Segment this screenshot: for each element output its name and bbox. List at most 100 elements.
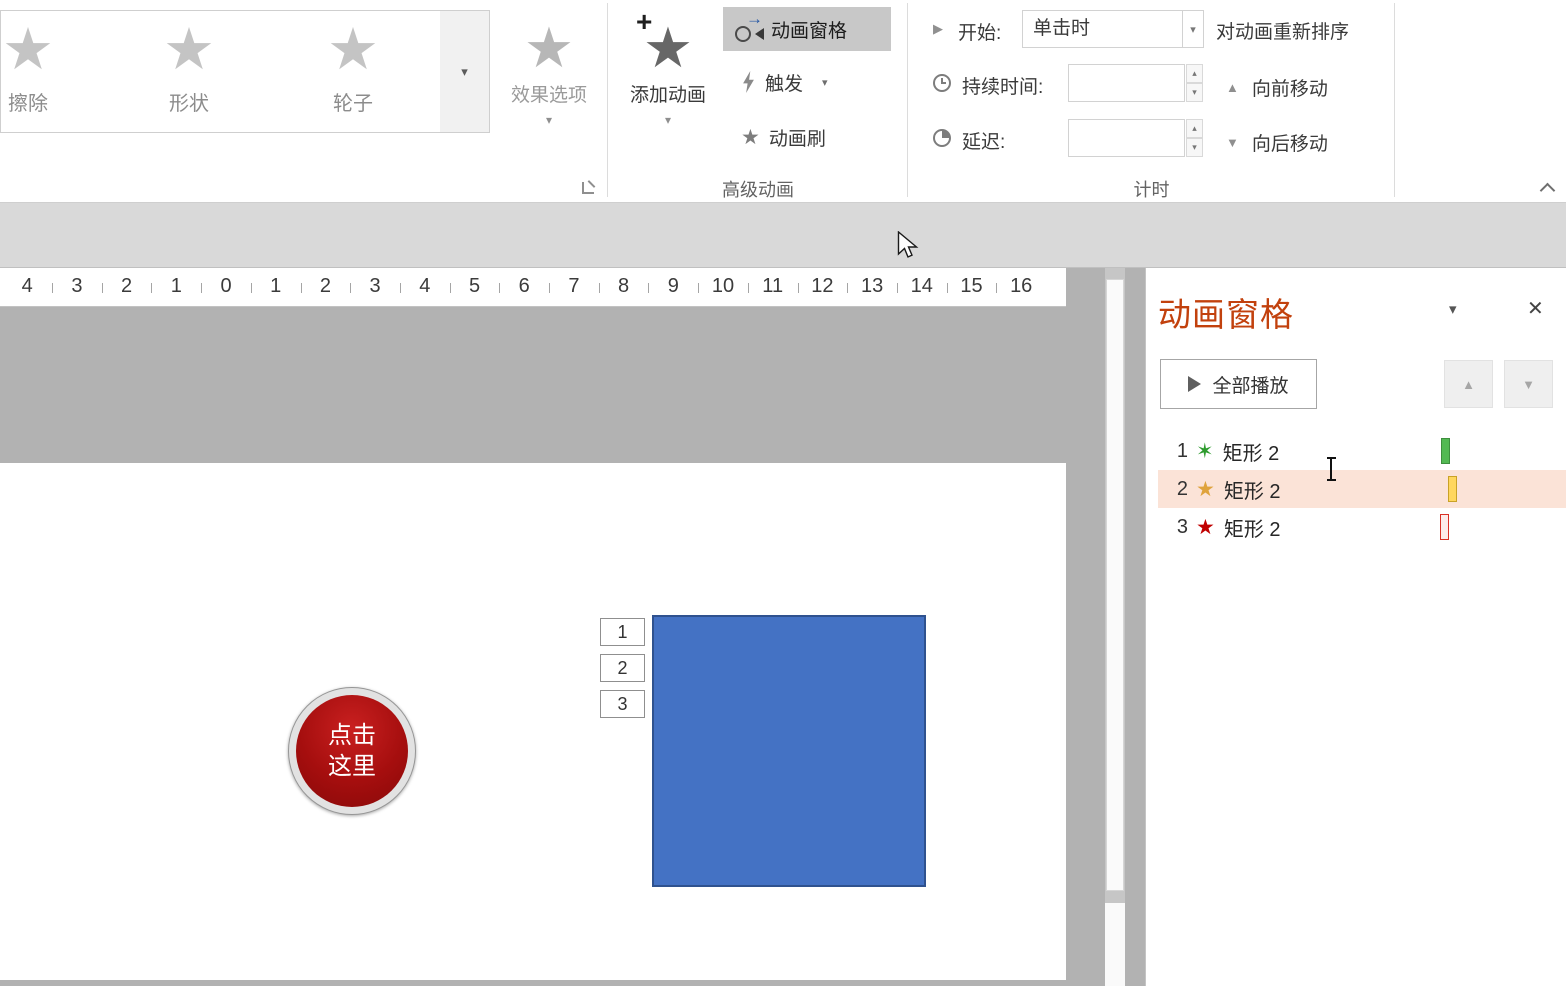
duration-spinner[interactable]: ▴ ▾ (1186, 64, 1203, 102)
ruler-tick (151, 283, 152, 293)
ruler-number: 10 (712, 275, 734, 298)
chevron-down-icon: ▾ (1449, 301, 1457, 318)
ruler-tick (251, 283, 252, 293)
duration-label: 持续时间: (962, 72, 1043, 99)
gallery-animation-3[interactable]: ★轮子 (271, 13, 435, 131)
reorder-down-button[interactable]: ▼ (1504, 360, 1553, 408)
chevron-down-icon: ▾ (499, 113, 599, 127)
pane-menu-caret[interactable]: ▾ (1449, 300, 1457, 318)
animation-order-tag-1[interactable]: 1 (600, 618, 645, 646)
ruler-number: 6 (519, 275, 530, 298)
delay-spinner[interactable]: ▴ ▾ (1186, 119, 1203, 157)
delay-clock-icon (933, 129, 951, 147)
animation-pane-toggle-button[interactable]: → 动画窗格 (723, 7, 891, 51)
animation-pane-title: 动画窗格 (1158, 288, 1294, 336)
ruler-number: 15 (960, 275, 982, 298)
ruler-tick (350, 283, 351, 293)
ruler-number: 1 (171, 275, 182, 298)
close-icon: ✕ (1527, 298, 1544, 320)
gallery-more-button[interactable]: ▾ (440, 10, 490, 133)
spin-up-icon[interactable]: ▴ (1186, 64, 1203, 83)
ruler-tick (947, 283, 948, 293)
delay-field[interactable] (1068, 119, 1185, 157)
effect-options-button[interactable]: ★ 效果选项 ▾ (499, 12, 599, 127)
blue-rectangle[interactable] (652, 615, 926, 887)
group-divider (907, 3, 908, 197)
animation-target-name: 矩形 2 (1224, 513, 1281, 542)
play-all-button[interactable]: 全部播放 (1160, 359, 1317, 409)
gallery-animation-1[interactable]: ★擦除 (0, 13, 110, 131)
animation-star-icon: ★ (107, 13, 271, 87)
ruler-number: 3 (71, 275, 82, 298)
clock-hand (941, 82, 946, 84)
animation-item-3[interactable]: 3 ★ 矩形 2 (1158, 508, 1566, 546)
action-button-text-line2: 这里 (328, 751, 376, 782)
ruler-tick (847, 283, 848, 293)
exit-star-icon: ★ (1196, 517, 1215, 538)
ruler-number: 0 (220, 275, 231, 298)
ruler-tick (201, 283, 202, 293)
gallery-animation-2[interactable]: ★形状 (107, 13, 271, 131)
ruler-number: 2 (320, 275, 331, 298)
ruler-tick (400, 283, 401, 293)
ruler: 4321012345678910111213141516 (0, 268, 1066, 307)
animation-order-tag-2[interactable]: 2 (600, 654, 645, 682)
animation-pane-label: 动画窗格 (771, 16, 847, 43)
animation-order-number: 3 (1172, 516, 1188, 539)
pane-close-button[interactable]: ✕ (1527, 296, 1544, 321)
ruler-tick (301, 283, 302, 293)
ruler-tick (798, 283, 799, 293)
chevron-down-icon: ▾ (461, 64, 468, 80)
ruler-number: 4 (22, 275, 33, 298)
start-dropdown[interactable]: 单击时 (1022, 10, 1183, 48)
timing-bar (1441, 438, 1450, 464)
triangle-down-icon: ▼ (1226, 135, 1239, 150)
slide-action-button[interactable]: 点击 这里 (288, 687, 416, 815)
ruler-tick (52, 283, 53, 293)
plus-icon: + (636, 8, 652, 36)
add-animation-star-icon: ★+ (612, 12, 724, 84)
animation-painter-button[interactable]: ★ 动画刷 (741, 119, 826, 155)
ruler-number: 2 (121, 275, 132, 298)
animation-item-1[interactable]: 1✶矩形 2 (1158, 432, 1566, 470)
ruler-tick (648, 283, 649, 293)
reorder-up-button[interactable]: ▲ (1444, 360, 1493, 408)
spin-down-icon[interactable]: ▾ (1186, 83, 1203, 102)
effect-options-label: 效果选项 (499, 84, 599, 108)
trigger-label: 触发 (765, 69, 803, 96)
scrollbar-bottom-block[interactable] (1105, 903, 1125, 986)
ruler-number: 8 (618, 275, 629, 298)
play-icon (1188, 376, 1201, 392)
collapse-ribbon-icon[interactable] (1540, 183, 1556, 199)
move-earlier-button[interactable]: ▲ 向前移动 (1226, 70, 1328, 104)
clock-icon (735, 26, 751, 42)
ruler-tick (897, 283, 898, 293)
delay-label: 延迟: (962, 127, 1005, 154)
spin-up-icon[interactable]: ▴ (1186, 119, 1203, 138)
animation-item-2[interactable]: 2 ★ 矩形 2 (1158, 470, 1566, 508)
ruler-number: 9 (668, 275, 679, 298)
advanced-animation-group-label: 高级动画 (608, 176, 908, 202)
animation-target-name: 矩形 2 (1224, 475, 1281, 504)
animation-painter-star-icon: ★ (741, 125, 760, 150)
dialog-launcher-icon[interactable] (582, 182, 594, 194)
chevron-down-icon: ▾ (612, 113, 724, 127)
add-animation-button[interactable]: ★+ 添加动画 ▾ (612, 12, 724, 127)
action-button-text-line1: 点击 (328, 720, 376, 751)
duration-field[interactable] (1068, 64, 1185, 102)
trigger-button[interactable]: 触发 ▾ (741, 64, 828, 100)
animation-star-icon: ★ (271, 13, 435, 87)
vertical-scrollbar-thumb[interactable] (1106, 279, 1124, 891)
spin-down-icon[interactable]: ▾ (1186, 138, 1203, 157)
move-later-button[interactable]: ▼ 向后移动 (1226, 125, 1328, 159)
group-divider (607, 3, 608, 197)
emphasis-star-icon: ★ (1196, 479, 1215, 500)
animation-order-number: 2 (1172, 478, 1188, 501)
gallery-item-label: 形状 (107, 87, 271, 116)
ibeam-bar (1330, 457, 1332, 481)
ibeam-cap (1327, 457, 1336, 459)
timing-bar (1440, 514, 1449, 540)
start-dropdown-caret[interactable]: ▾ (1183, 10, 1204, 48)
group-divider (1394, 3, 1395, 197)
animation-order-tag-3[interactable]: 3 (600, 690, 645, 718)
